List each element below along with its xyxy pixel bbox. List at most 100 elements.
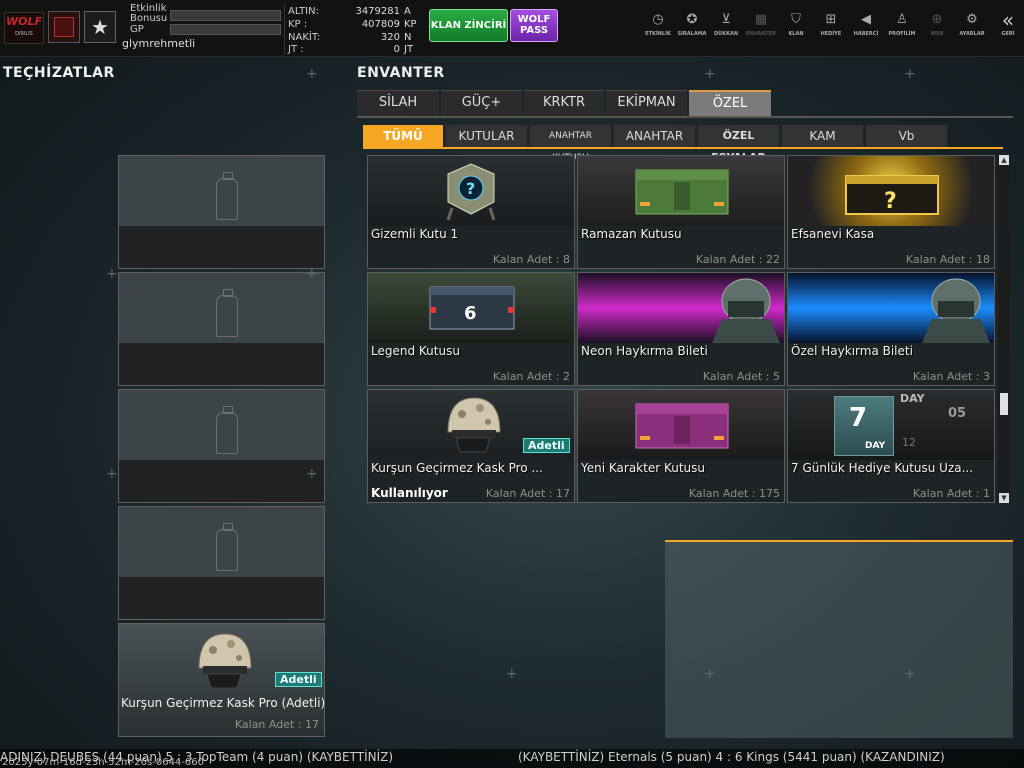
nav-label: PROFİLİM [888,31,916,37]
subtab-anahtar[interactable]: ANAHTAR [614,125,696,147]
plus-marker-icon: + [506,666,518,682]
item-count: Kalan Adet : 3 [912,370,990,383]
gold-value: 3479281 [355,6,400,17]
inventory-item-ozel-haykirma-bileti[interactable]: Özel Haykırma Bileti Kalan Adet : 3 [787,272,995,386]
plus-marker-icon: + [704,66,716,82]
nav-haberci[interactable]: ◀ HABERCİ [848,10,884,46]
legend-box-icon: 6 [429,286,515,330]
rank-badge [48,11,80,43]
tab-guc[interactable]: GÜÇ+ [441,90,522,116]
item-in-use-label: Kullanılıyor [371,486,448,500]
nav-profilim[interactable]: ♙ PROFİLİM [884,10,920,46]
item-detail-panel [665,540,1013,738]
plus-marker-icon: + [106,266,118,282]
item-name: Ramazan Kutusu [581,227,682,241]
nav-envanter[interactable]: ▦ ENVANTER [743,10,779,46]
seven-day-number: 7 [849,403,868,433]
username: glymrehmetli [122,37,196,50]
ramazan-crate-icon [635,169,729,215]
seven-day-label: DAY [865,441,886,451]
wolf-pass-line1: WOLF [517,14,551,25]
day-number-small: 12 [902,436,916,449]
nav-label: KLAN [788,31,804,37]
gold-label: ALTIN: [288,6,319,17]
scroll-down-icon[interactable]: ▼ [999,493,1009,503]
item-image [788,273,994,343]
plus-marker-icon: + [106,466,118,482]
item-name: Efsanevi Kasa [791,227,875,241]
subtab-kam[interactable]: KAM [782,125,864,147]
inventory-item-legend-kutusu[interactable]: 6 Legend Kutusu Kalan Adet : 2 [367,272,575,386]
cart-icon: ⊻ [721,12,731,27]
nav-web[interactable]: ⊕ WEB [919,10,955,46]
subtab-ozel-esyalar[interactable]: ÖZEL EŞYALAR [698,125,780,164]
legendary-case-icon: ? [845,175,939,215]
nav-label: DÜKKAN [713,31,738,37]
legend-box-number: 6 [464,303,477,324]
nav-label: GERİ [1001,31,1015,37]
equipment-slot[interactable] [118,272,325,386]
plus-marker-icon: + [306,466,318,482]
nav-dukkan[interactable]: ⊻ DÜKKAN [708,10,744,46]
nav-etkinlik[interactable]: ◷ ETKİNLİK [640,10,676,46]
wolf-pass-button[interactable]: WOLF PASS [510,9,558,42]
scroll-up-icon[interactable]: ▲ [999,155,1009,165]
subtab-anahtar-kutusu[interactable]: ANAHTAR KUTUSU [530,125,612,163]
item-name: Neon Haykırma Bileti [581,344,708,358]
inventory-scrollbar[interactable]: ▲ ▼ [998,155,1010,503]
cash-label: NAKİT: [288,32,321,43]
inventory-item-7-gunluk-hediye-kutusu[interactable]: 7 DAY DAY 05 12 7 Günlük Hediye Kutusu U… [787,389,995,503]
inventory-item-neon-haykirma-bileti[interactable]: Neon Haykırma Bileti Kalan Adet : 5 [577,272,785,386]
medal-icon: ✪ [686,12,698,27]
kp-unit: KP [404,19,417,30]
scroll-thumb[interactable] [1000,393,1008,415]
back-chevron-icon: « [1001,8,1015,32]
nav-label: AYARLAR [959,31,985,37]
inventory-item-efsanevi-kasa[interactable]: ? Efsanevi Kasa Kalan Adet : 18 [787,155,995,269]
subtab-tumu[interactable]: TÜMÜ [363,125,444,147]
nav-geri[interactable]: « GERİ [990,10,1024,46]
tab-ekipman[interactable]: EKİPMAN [606,90,687,116]
nav-hediye[interactable]: ⊞ HEDİYE [813,10,849,46]
plus-marker-icon: + [306,66,318,82]
item-count: Kalan Adet : 1 [912,487,990,500]
nav-label: ETKİNLİK [645,31,671,37]
tab-silah[interactable]: SİLAH [357,90,439,116]
top-bar: WOLF DIRILIS ★ Etkinlik Bonusu GP glymre… [0,0,1024,57]
star-icon: ★ [84,11,116,43]
tab-krktr[interactable]: KRKTR [524,90,604,116]
nav-siralama[interactable]: ✪ SIRALAMA [674,10,710,46]
plus-marker-icon: + [306,266,318,282]
inventory-item-ramazan-kutusu[interactable]: Ramazan Kutusu Kalan Adet : 22 [577,155,785,269]
item-name: Özel Haykırma Bileti [791,344,913,358]
event-bonus-bar [170,10,281,21]
equipment-slot-helmet[interactable]: Adetli Kurşun Geçirmez Kask Pro (Adetli)… [118,623,325,737]
inventory-item-kursun-gecirmez-kask[interactable]: Adetli Kurşun Geçirmez Kask Pro ... Kull… [367,389,575,503]
equipment-slot[interactable] [118,155,325,269]
gp-label: GP [130,24,144,35]
item-name: 7 Günlük Hediye Kutusu Uza... [791,461,974,475]
svg-text:?: ? [466,179,475,198]
helmet-image [198,633,252,689]
nav-ayarlar[interactable]: ⚙ AYARLAR [954,10,990,46]
shield-icon: ⛉ [791,12,801,27]
inventory-icon: ▦ [754,12,768,27]
nav-label: HABERCİ [853,31,879,37]
subtab-vb[interactable]: Vb [866,125,948,147]
equipment-slot[interactable] [118,389,325,503]
clan-chain-button[interactable]: KLAN ZİNCİRİ [429,9,508,42]
nav-label: ENVANTER [746,31,776,37]
inventory-item-gizemli-kutu[interactable]: ? Gizemli Kutu 1 Kalan Adet : 8 [367,155,575,269]
inventory-item-yeni-karakter-kutusu[interactable]: Yeni Karakter Kutusu Kalan Adet : 175 [577,389,785,503]
equipment-slot-count: Kalan Adet : 17 [234,718,319,731]
nav-klan[interactable]: ⛉ KLAN [778,10,814,46]
cash-unit: N [404,32,412,43]
stopwatch-icon: ◷ [652,12,664,27]
equipment-slot[interactable] [118,506,325,620]
spray-can-icon [216,523,238,571]
spray-can-icon [216,406,238,454]
subtab-kutular[interactable]: KUTULAR [446,125,528,147]
jt-unit: JT [404,44,414,55]
tab-ozel[interactable]: ÖZEL [689,90,771,116]
character-box-icon [635,403,729,449]
